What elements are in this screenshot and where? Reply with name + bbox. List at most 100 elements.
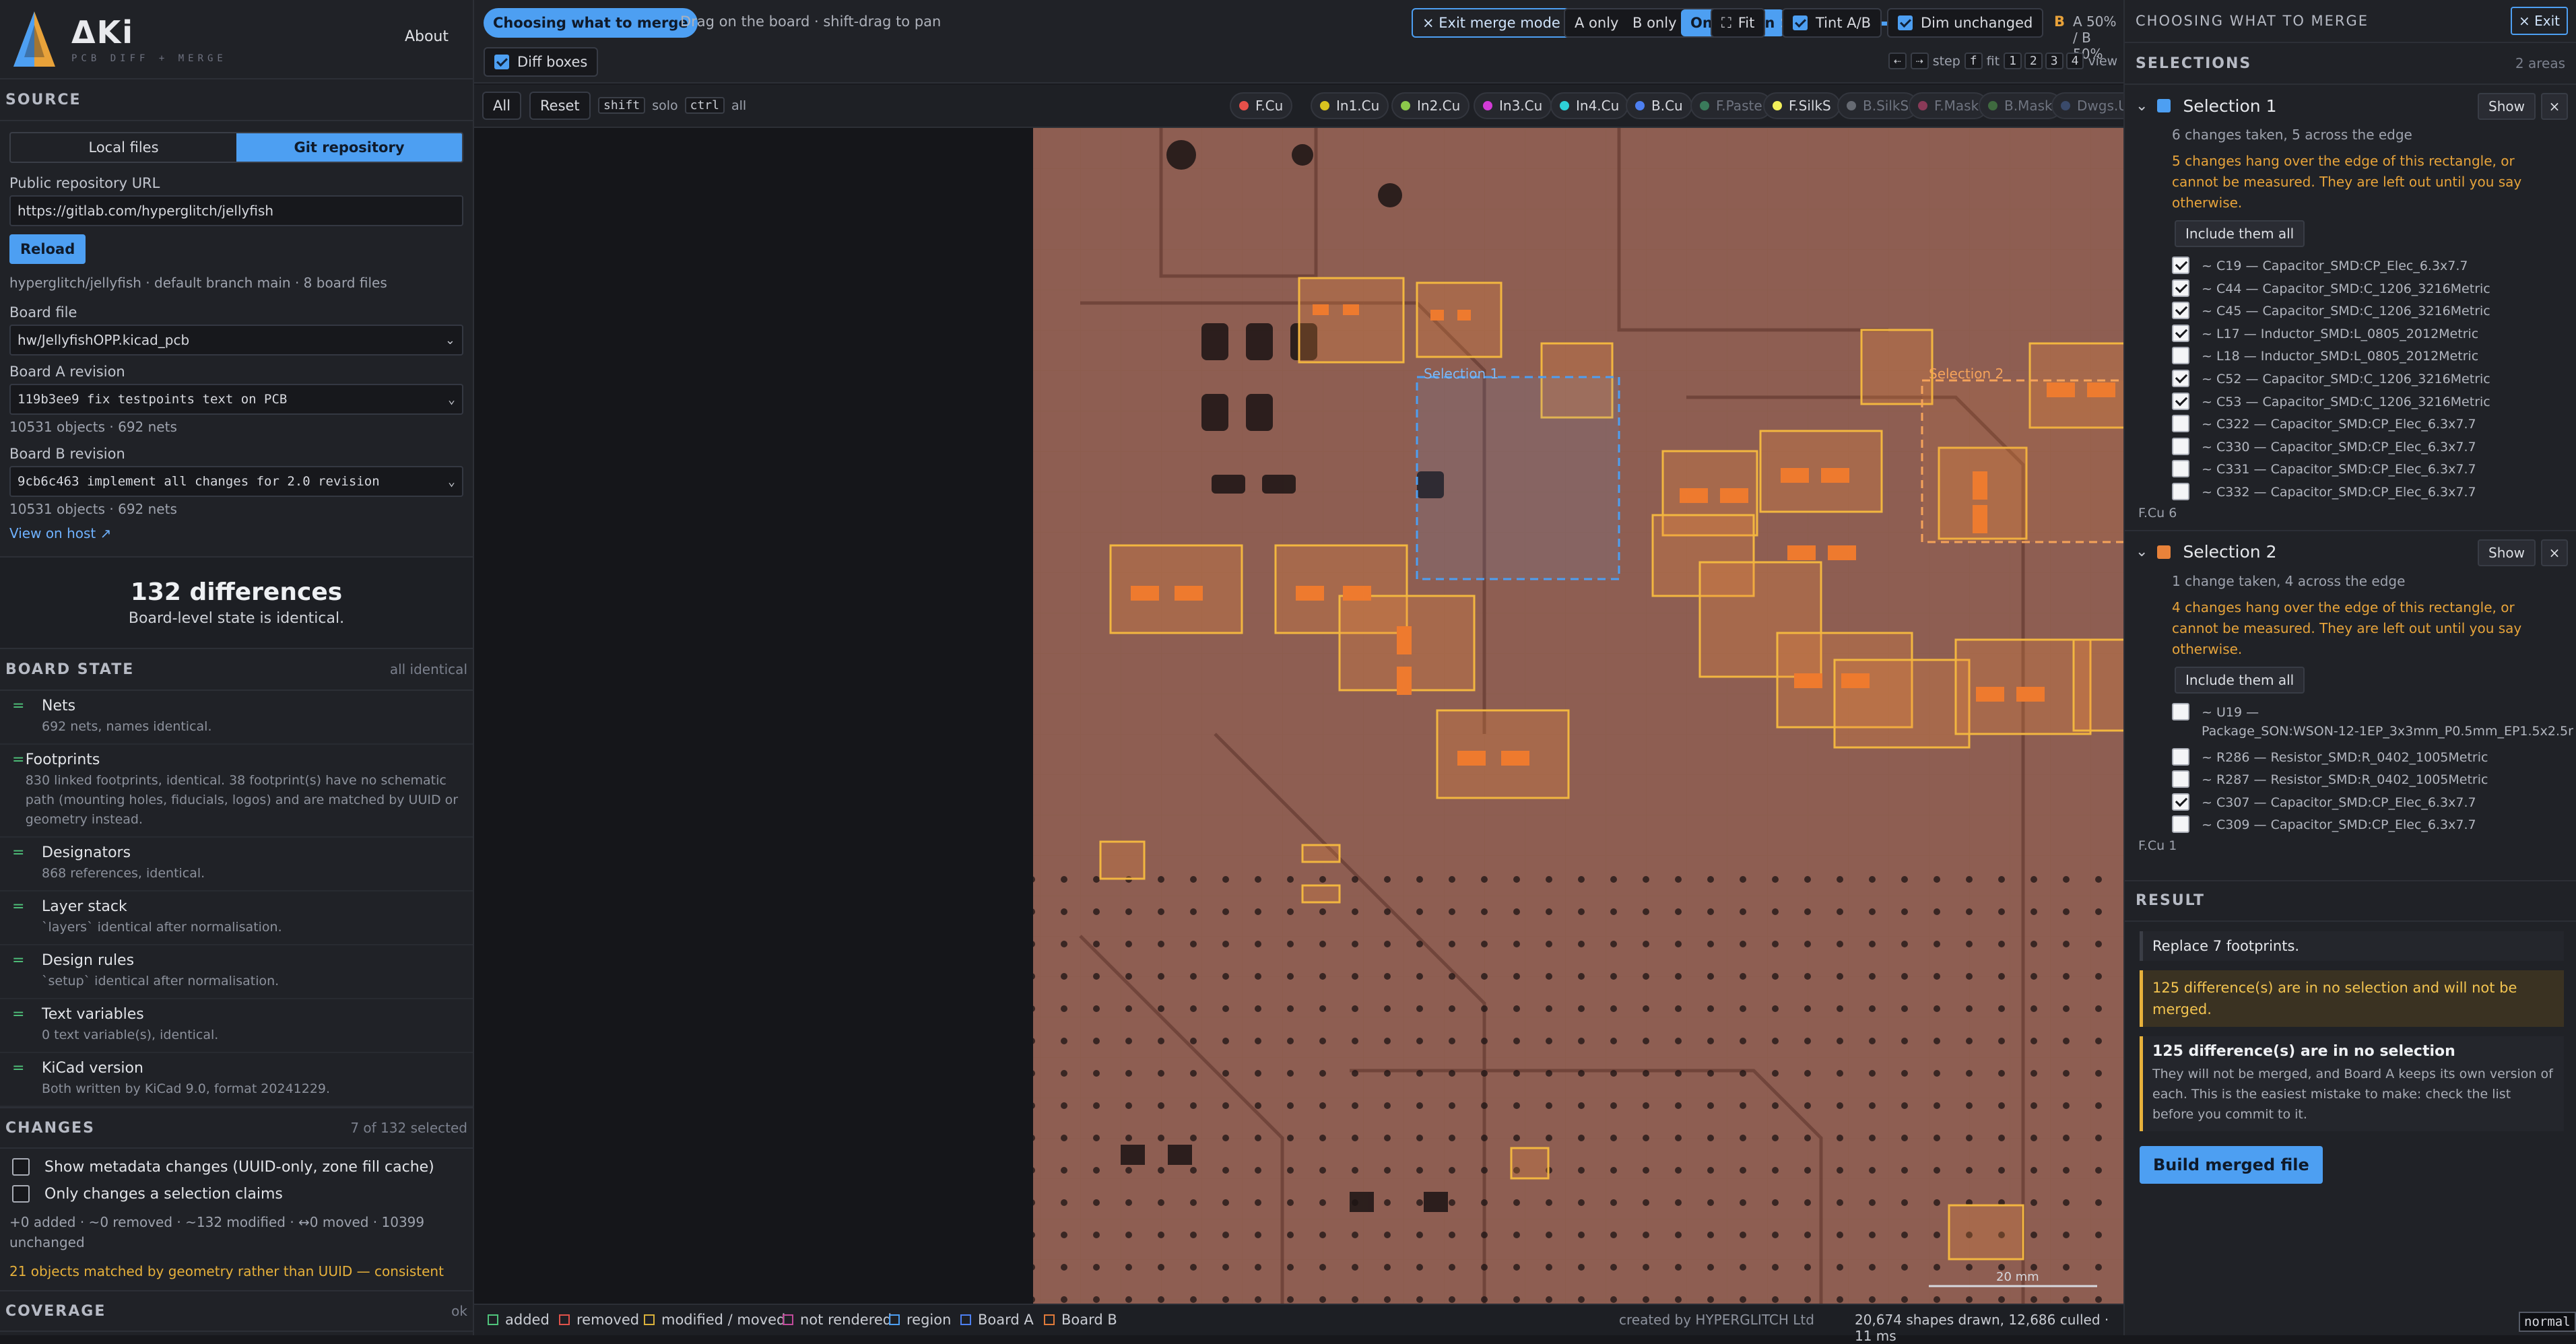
repo-meta: hyperglitch/jellyfish · default branch m…	[9, 275, 387, 291]
checkbox[interactable]	[2172, 460, 2189, 478]
change-item[interactable]: ~ C331 — Capacitor_SMD:CP_Elec_6.3x7.7	[2172, 460, 2576, 483]
change-item[interactable]: ~ U19 — Package_SON:WSON-12-1EP_3x3mm_P0.…	[2172, 702, 2576, 748]
pcb-canvas[interactable]: Selection 1 Selection 2 20 mm	[474, 128, 2123, 1304]
checkbox[interactable]	[2172, 815, 2189, 834]
change-item[interactable]: ~ L18 — Inductor_SMD:L_0805_2012Metric	[2172, 347, 2576, 370]
repo-url-input[interactable]: https://gitlab.com/hyperglitch/jellyfish	[9, 195, 463, 226]
exit-button[interactable]: × Exit	[2511, 7, 2568, 35]
checkbox[interactable]	[2172, 415, 2189, 433]
change-item[interactable]: ~ C309 — Capacitor_SMD:CP_Elec_6.3x7.7	[2172, 815, 2576, 838]
board-file-select[interactable]: hw/JellyfishOPP.kicad_pcb ⌄	[9, 325, 463, 356]
chevron-down-icon[interactable]: ⌄	[2136, 543, 2148, 560]
layer-chip-in3-cu[interactable]: In3.Cu	[1474, 92, 1552, 119]
view-preset-button[interactable]: 3	[2045, 53, 2063, 69]
view-on-host-link[interactable]: View on host ↗	[9, 525, 463, 541]
checkbox[interactable]	[2172, 482, 2189, 500]
layer-chip-in2-cu[interactable]: In2.Cu	[1391, 92, 1470, 119]
all-layers-button[interactable]: All	[482, 92, 522, 120]
change-item[interactable]: ~ C45 — Capacitor_SMD:C_1206_3216Metric	[2172, 302, 2576, 325]
view-preset-button[interactable]: 2	[2024, 53, 2043, 69]
change-item[interactable]: ~ C44 — Capacitor_SMD:C_1206_3216Metric	[2172, 279, 2576, 302]
checkbox[interactable]	[2172, 747, 2189, 766]
checkbox[interactable]	[2172, 770, 2189, 788]
chevron-down-icon: ⌄	[448, 392, 455, 407]
build-merged-file-button[interactable]: Build merged file	[2140, 1145, 2323, 1184]
layer-chip-b-silks[interactable]: B.SilkS	[1837, 92, 1919, 119]
layer-color-icon	[1401, 101, 1410, 110]
step-prev-icon[interactable]: ⇠	[1888, 53, 1907, 69]
checkbox[interactable]	[2172, 369, 2189, 387]
checkbox-checked[interactable]	[494, 55, 509, 69]
layer-chip-b-cu[interactable]: B.Cu	[1626, 92, 1692, 119]
checkbox[interactable]	[2172, 279, 2189, 297]
about-link[interactable]: About	[405, 28, 449, 45]
checkbox[interactable]	[2172, 392, 2189, 410]
change-item[interactable]: ~ R286 — Resistor_SMD:R_0402_1005Metric	[2172, 747, 2576, 771]
include-all-button[interactable]: Include them all	[2175, 220, 2305, 247]
credit: created by HYPERGLITCH Ltd	[1619, 1312, 1814, 1328]
layer-chip-f-mask[interactable]: F.Mask	[1909, 92, 1989, 119]
checkbox[interactable]	[12, 1158, 30, 1176]
selection-1-swatch	[2157, 99, 2171, 112]
b-only-button[interactable]: B only	[1623, 9, 1686, 36]
change-item[interactable]: ~ C332 — Capacitor_SMD:CP_Elec_6.3x7.7	[2172, 482, 2576, 506]
tab-local-files[interactable]: Local files	[11, 133, 236, 162]
checkbox[interactable]	[2172, 437, 2189, 455]
reset-layers-button[interactable]: Reset	[529, 92, 591, 120]
checkbox[interactable]	[2172, 302, 2189, 320]
show-selection-1-button[interactable]: Show	[2478, 93, 2536, 120]
tab-git-repository[interactable]: Git repository	[236, 133, 462, 162]
change-item[interactable]: ~ L17 — Inductor_SMD:L_0805_2012Metric	[2172, 324, 2576, 347]
vim-mode-indicator: normal	[2519, 1312, 2576, 1332]
change-item[interactable]: ~ C52 — Capacitor_SMD:C_1206_3216Metric	[2172, 369, 2576, 393]
selections-heading: SELECTIONS 2 areas	[2125, 43, 2576, 85]
toolbar-overlay: ⛶ Fit Tint A/B Dim unchanged ⇠ ⇢ step f f…	[0, 0, 2576, 1332]
a-only-button[interactable]: A only	[1565, 9, 1628, 36]
layer-chip-f-silks[interactable]: F.SilkS	[1763, 92, 1841, 119]
checkbox-checked[interactable]	[1898, 15, 1913, 30]
remove-selection-1-button[interactable]: ×	[2541, 93, 2568, 120]
tint-ab-toggle[interactable]: Tint A/B	[1782, 8, 1882, 38]
include-all-button[interactable]: Include them all	[2175, 666, 2305, 694]
dim-unchanged-toggle[interactable]: Dim unchanged	[1887, 8, 2044, 38]
change-item[interactable]: ~ C307 — Capacitor_SMD:CP_Elec_6.3x7.7	[2172, 793, 2576, 816]
render-stats: 20,674 shapes drawn, 12,686 culled · 11 …	[1855, 1312, 2109, 1344]
checkbox-checked[interactable]	[1793, 15, 1808, 30]
checkbox[interactable]	[2172, 257, 2189, 274]
remove-selection-2-button[interactable]: ×	[2541, 539, 2568, 566]
selection-2-region	[1921, 379, 2123, 543]
reload-button[interactable]: Reload	[9, 234, 86, 264]
legend-swatch	[960, 1314, 971, 1325]
layer-color-icon	[1773, 101, 1782, 110]
checkbox[interactable]	[12, 1185, 30, 1203]
layer-chip-f-paste[interactable]: F.Paste	[1690, 92, 1772, 119]
change-item[interactable]: ~ C53 — Capacitor_SMD:C_1206_3216Metric	[2172, 392, 2576, 415]
show-metadata-toggle[interactable]: Show metadata changes (UUID-only, zone f…	[12, 1158, 461, 1176]
exit-merge-button[interactable]: × Exit merge mode	[1412, 8, 1571, 38]
view-preset-button[interactable]: 4	[2066, 53, 2084, 69]
checkbox[interactable]	[2172, 347, 2189, 365]
diff-boxes-toggle[interactable]: Diff boxes	[484, 47, 599, 77]
checkbox[interactable]	[2172, 793, 2189, 811]
show-selection-2-button[interactable]: Show	[2478, 539, 2536, 566]
legend-item: added	[488, 1312, 550, 1328]
board-state-heading: BOARD STATE all identical	[0, 649, 473, 691]
layer-chip-b-mask[interactable]: B.Mask	[1979, 92, 2062, 119]
checkbox[interactable]	[2172, 702, 2189, 720]
step-next-icon[interactable]: ⇢	[1910, 53, 1929, 69]
layer-chip-in4-cu[interactable]: In4.Cu	[1550, 92, 1629, 119]
rev-a-select[interactable]: 119b3ee9 fix testpoints text on PCB ⌄	[9, 384, 463, 415]
layer-chip-in1-cu[interactable]: In1.Cu	[1311, 92, 1389, 119]
layer-chip-f-cu[interactable]: F.Cu	[1230, 92, 1293, 119]
view-preset-button[interactable]: 1	[2004, 53, 2022, 69]
checkbox[interactable]	[2172, 324, 2189, 342]
only-claimed-toggle[interactable]: Only changes a selection claims	[12, 1185, 461, 1203]
change-item[interactable]: ~ C322 — Capacitor_SMD:CP_Elec_6.3x7.7	[2172, 415, 2576, 438]
change-item[interactable]: ~ C19 — Capacitor_SMD:CP_Elec_6.3x7.7	[2172, 257, 2576, 279]
change-item[interactable]: ~ C330 — Capacitor_SMD:CP_Elec_6.3x7.7	[2172, 437, 2576, 461]
rev-b-select[interactable]: 9cb6c463 implement all changes for 2.0 r…	[9, 466, 463, 497]
change-item[interactable]: ~ R287 — Resistor_SMD:R_0402_1005Metric	[2172, 770, 2576, 793]
chevron-down-icon[interactable]: ⌄	[2136, 98, 2148, 114]
fit-button-overlay[interactable]: ⛶ Fit	[1711, 8, 1766, 38]
result-heading: RESULT	[2125, 879, 2576, 922]
